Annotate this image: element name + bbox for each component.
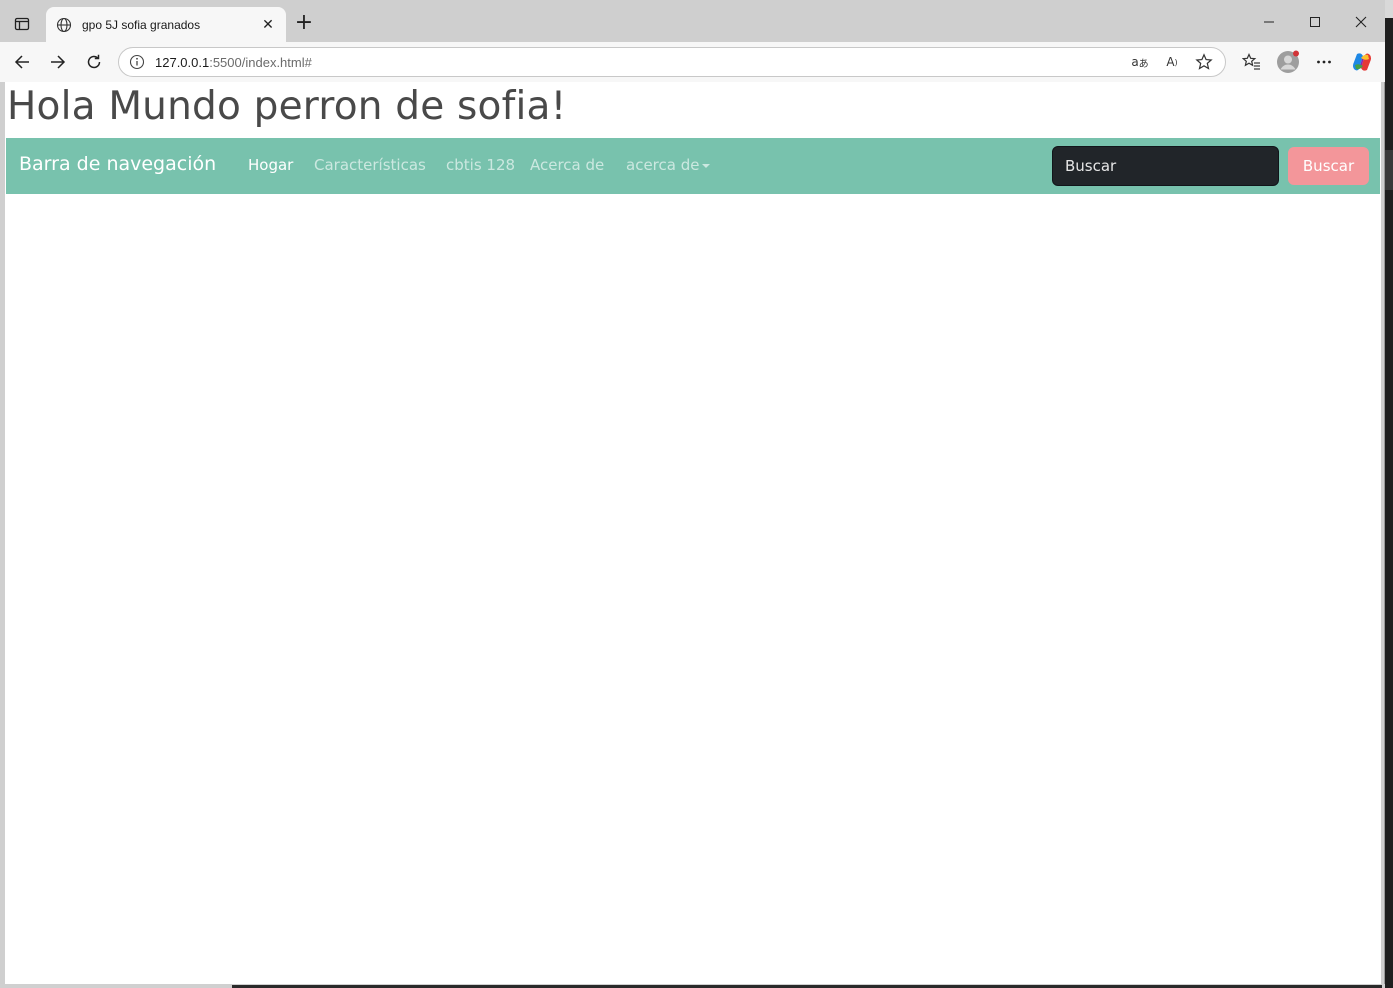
background-window-top [1385, 0, 1393, 18]
url-path: :5500/index.html# [209, 54, 312, 70]
back-icon[interactable] [8, 48, 36, 76]
caret-down-icon [702, 163, 711, 168]
favorite-star-icon[interactable] [1193, 51, 1215, 73]
nav-link-cbtis[interactable]: cbtis 128 [446, 156, 515, 174]
close-tab-icon[interactable]: ✕ [260, 17, 276, 33]
close-window-icon[interactable] [1341, 8, 1381, 36]
background-window-strip [1385, 0, 1393, 988]
nav-dropdown-acerca[interactable]: acerca de [626, 156, 711, 174]
more-options-icon[interactable] [1310, 48, 1338, 76]
url-host: 127.0.0.1 [155, 54, 210, 70]
favorites-icon[interactable] [1238, 48, 1266, 76]
tab-title: gpo 5J sofia granados [82, 17, 201, 32]
copilot-icon[interactable] [1348, 48, 1376, 76]
nav-link-caracteristicas[interactable]: Características [314, 156, 426, 174]
dropdown-label: acerca de [626, 156, 700, 174]
tab-actions-icon[interactable] [8, 10, 36, 38]
browser-window: gpo 5J sofia granados ✕ + 127.0.0.1:5500… [0, 0, 1385, 988]
globe-icon [56, 17, 72, 32]
navbar-brand[interactable]: Barra de navegación [19, 153, 216, 175]
translate-icon[interactable]: aあ [1129, 51, 1151, 73]
browser-toolbar: 127.0.0.1:5500/index.html# aあ A) [0, 42, 1385, 82]
search-button[interactable]: Buscar [1288, 147, 1369, 185]
browser-tab[interactable]: gpo 5J sofia granados ✕ [46, 7, 286, 42]
navbar: Barra de navegación Hogar Característica… [6, 138, 1380, 194]
tab-strip: gpo 5J sofia granados ✕ + [0, 0, 1385, 42]
nav-link-hogar[interactable]: Hogar [248, 156, 293, 174]
maximize-icon[interactable] [1295, 8, 1335, 36]
minimize-icon[interactable] [1249, 8, 1289, 36]
address-bar[interactable]: 127.0.0.1:5500/index.html# aあ A) [118, 47, 1226, 77]
reload-icon[interactable] [80, 48, 108, 76]
url-text[interactable]: 127.0.0.1:5500/index.html# [155, 55, 1119, 70]
profile-avatar-icon[interactable] [1274, 48, 1302, 76]
nav-link-acerca[interactable]: Acerca de [530, 156, 604, 174]
site-info-icon[interactable] [129, 54, 145, 70]
page-viewport: Hola Mundo perron de sofia! Barra de nav… [5, 82, 1381, 984]
new-tab-icon[interactable]: + [292, 12, 316, 36]
read-aloud-icon[interactable]: A) [1161, 51, 1183, 73]
window-bottom-edge [0, 984, 1385, 988]
search-input[interactable] [1052, 146, 1279, 186]
forward-icon[interactable] [44, 48, 72, 76]
page-heading: Hola Mundo perron de sofia! [7, 84, 567, 129]
background-window-fragment [1385, 150, 1393, 190]
